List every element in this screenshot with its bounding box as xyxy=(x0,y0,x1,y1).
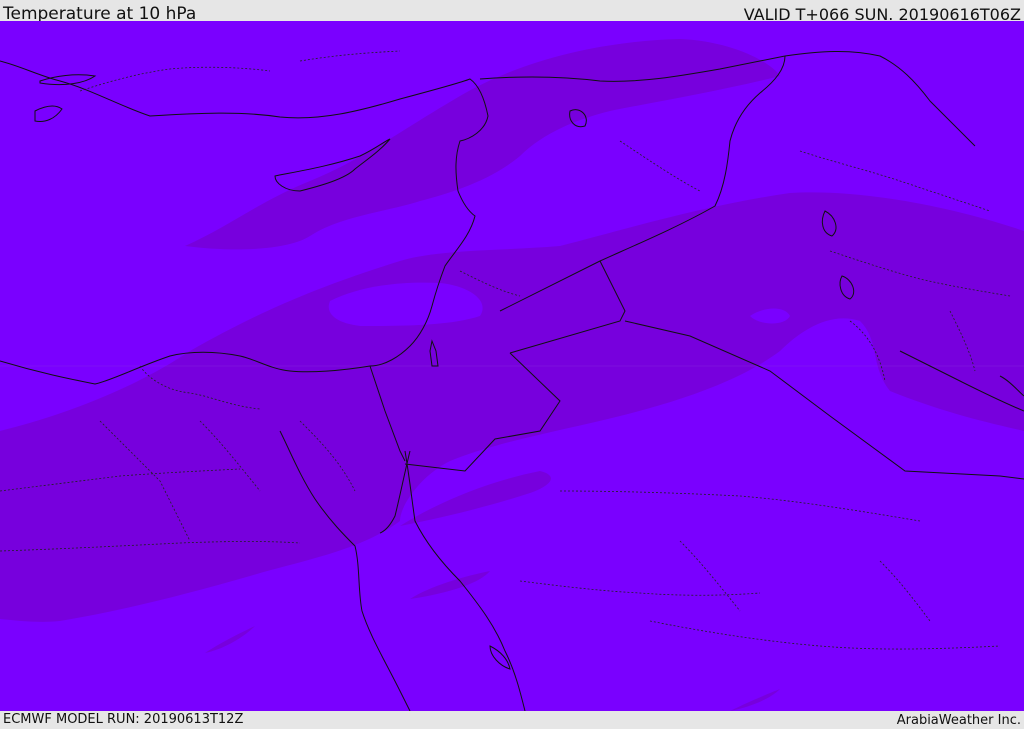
credit-label: ArabiaWeather Inc. xyxy=(896,713,1021,728)
bottom-bar: ECMWF MODEL RUN: 20190613T12Z ArabiaWeat… xyxy=(0,711,1024,729)
top-bar: Temperature at 10 hPa VALID T+066 SUN. 2… xyxy=(0,0,1024,24)
model-run: ECMWF MODEL RUN: 20190613T12Z xyxy=(3,712,244,727)
temperature-map[interactable] xyxy=(0,21,1024,711)
map-canvas xyxy=(0,21,1024,711)
